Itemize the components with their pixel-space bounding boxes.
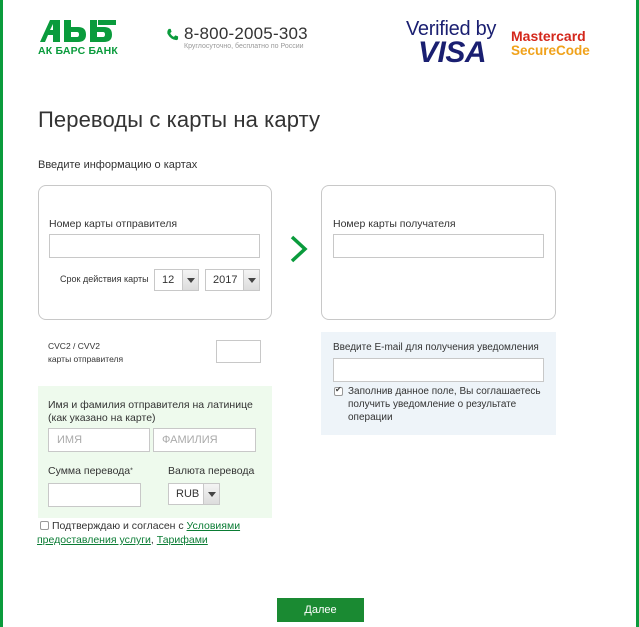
section-label: Введите информацию о картах xyxy=(38,159,198,171)
expiry-month-select[interactable]: 12 xyxy=(154,269,199,291)
phone-icon xyxy=(167,28,179,41)
recipient-card-number-input[interactable] xyxy=(333,234,544,258)
next-button[interactable]: Далее xyxy=(277,598,364,622)
mastercard-logo-text: Mastercard xyxy=(511,28,586,44)
page-title: Переводы с карты на карту xyxy=(38,107,321,132)
currency-label: Валюта перевода xyxy=(168,465,255,477)
sender-name-label-line1: Имя и фамилия отправителя на латинице xyxy=(48,399,253,411)
first-name-input[interactable] xyxy=(48,428,150,452)
bank-logo: АК БАРС БАНК xyxy=(38,18,120,57)
securecode-logo-text: SecureCode xyxy=(511,43,590,58)
agreement-text: Подтверждаю и согласен с Условиями предо… xyxy=(37,519,267,547)
arrow-right-icon xyxy=(290,235,308,263)
email-label: Введите E-mail для получения уведомления xyxy=(333,342,539,353)
amount-label: Сумма перевода* xyxy=(48,465,133,477)
email-consent-note: Заполнив данное поле, Вы соглашаетесь по… xyxy=(348,386,541,423)
email-input[interactable] xyxy=(333,358,544,382)
sender-name-label: Имя и фамилия отправителя на латинице (к… xyxy=(48,399,253,425)
required-mark: * xyxy=(130,467,133,475)
bank-logo-mark xyxy=(40,20,116,42)
cvc-label: CVC2 / CVV2 карты отправителя xyxy=(48,340,123,366)
tariffs-link[interactable]: Тарифами xyxy=(157,534,208,546)
amount-input[interactable] xyxy=(48,483,141,507)
sender-card-number-input[interactable] xyxy=(49,234,260,258)
phone-number: 8-800-2005-303 xyxy=(184,24,308,43)
recipient-card-label: Номер карты получателя xyxy=(333,218,456,230)
sender-name-label-line2: (как указано на карте) xyxy=(48,412,156,424)
bank-name: АК БАРС БАНК xyxy=(38,45,119,57)
last-name-input[interactable] xyxy=(153,428,256,452)
cvc-label-line2: карты отправителя xyxy=(48,354,124,364)
chevron-down-icon[interactable] xyxy=(243,270,259,290)
sender-card-label: Номер карты отправителя xyxy=(49,218,178,230)
agreement-text-before: Подтверждаю и согласен с xyxy=(52,520,187,532)
expiry-year-select[interactable]: 2017 xyxy=(205,269,260,291)
expiry-year-value: 2017 xyxy=(213,274,238,286)
cvc-label-line1: CVC2 / CVV2 xyxy=(48,341,100,351)
currency-value: RUB xyxy=(176,488,200,500)
chevron-down-icon[interactable] xyxy=(182,270,198,290)
expiry-month-value: 12 xyxy=(162,274,175,286)
expiry-label: Срок действия карты xyxy=(60,274,149,284)
cvc-input[interactable] xyxy=(216,340,261,363)
chevron-down-icon[interactable] xyxy=(203,484,219,504)
amount-label-text: Сумма перевода xyxy=(48,465,131,477)
email-consent-checkbox[interactable] xyxy=(334,385,343,396)
phone-note: Круглосуточно, бесплатно по России xyxy=(184,43,304,50)
visa-logo: VISA xyxy=(418,36,487,69)
currency-select[interactable]: RUB xyxy=(168,483,220,505)
